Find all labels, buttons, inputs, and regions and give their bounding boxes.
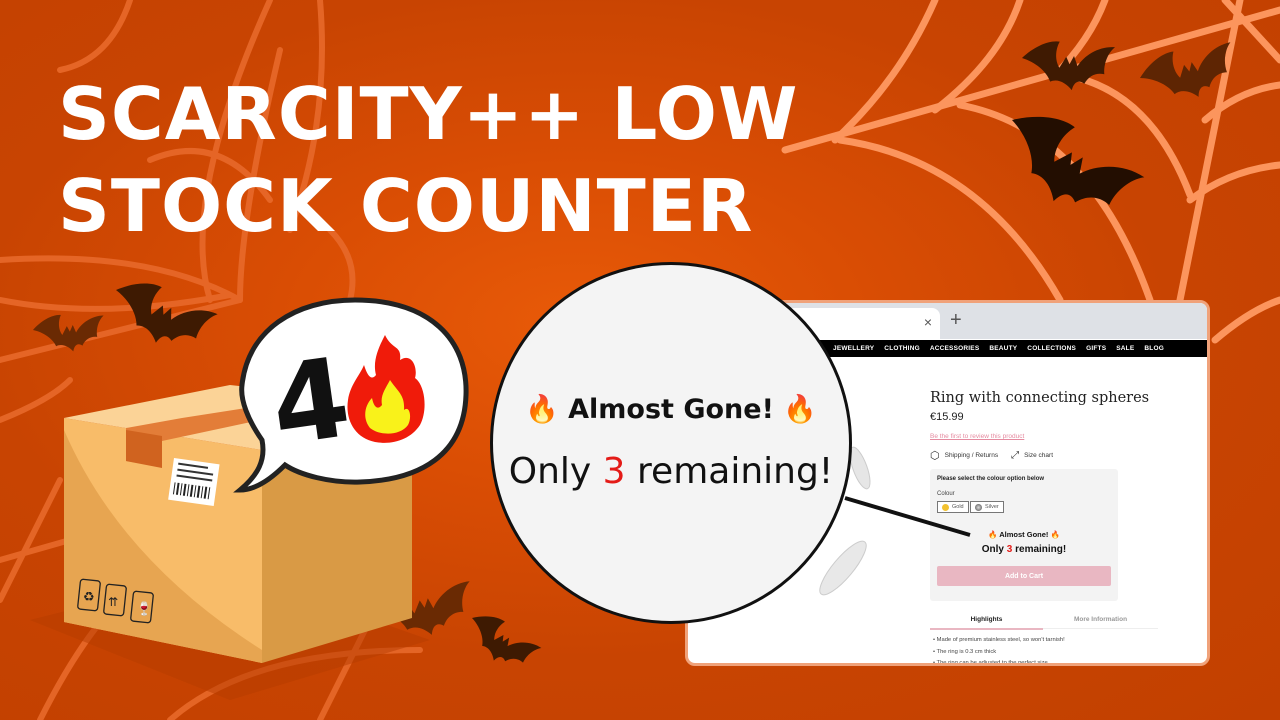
close-tab-icon[interactable]: × [924, 314, 932, 330]
fire-icon: 🔥 [783, 394, 817, 425]
silver-swatch [975, 503, 982, 511]
product-title: Ring with connecting spheres [930, 390, 1150, 406]
size-chart-link[interactable]: Size chart [1024, 452, 1053, 459]
review-link[interactable]: Be the first to review this product [930, 433, 1024, 440]
nav-item[interactable]: BLOG [1144, 345, 1164, 352]
magnified-badge-title: 🔥 Almost Gone! 🔥 [525, 394, 817, 425]
fire-icon: 🔥 [525, 394, 559, 425]
highlights-list: Made of premium stainless steel, so won'… [933, 635, 1065, 663]
colour-option-label: Silver [985, 504, 999, 510]
stock-badge-title: 🔥 Almost Gone! 🔥 [988, 530, 1060, 539]
list-item: Made of premium stainless steel, so won'… [933, 635, 1065, 647]
list-item: The ring can be adjusted to the perfect … [933, 658, 1065, 663]
nav-item[interactable]: COLLECTIONS [1027, 345, 1076, 352]
shipping-returns-link[interactable]: Shipping / Returns [945, 452, 998, 459]
expand-icon: ⤢ [1011, 450, 1020, 461]
add-to-cart-button[interactable]: Add to Cart [937, 566, 1111, 586]
stock-remaining-text: Only 3 remaining! [981, 544, 1067, 555]
list-item: The ring is 0.3 cm thick [933, 647, 1065, 659]
nav-item[interactable]: SALE [1116, 345, 1134, 352]
colour-option-label: Gold [952, 504, 964, 510]
nav-item[interactable]: JEWELLERY [833, 345, 874, 352]
product-options-panel: Please select the colour option below Co… [930, 469, 1118, 601]
nav-item[interactable]: BEAUTY [989, 345, 1017, 352]
colour-option-gold[interactable]: Gold [937, 501, 969, 513]
shipping-row: ⬡ Shipping / Returns ⤢ Size chart [930, 449, 1053, 462]
product-info-tabs: Highlights More Information [930, 614, 1158, 630]
gold-swatch [942, 503, 949, 511]
magnifier-callout: 🔥 Almost Gone! 🔥 Only 3 remaining! [490, 262, 852, 624]
magnified-stock-count: 3 [602, 451, 626, 492]
product-price: €15.99 [930, 411, 964, 423]
fire-icon: 🔥 [1050, 530, 1060, 539]
tab-divider [1043, 628, 1158, 629]
active-tab-indicator [930, 628, 1043, 630]
colour-prompt: Please select the colour option below [937, 476, 1045, 482]
colour-option-silver[interactable]: Silver [970, 501, 1004, 513]
magnified-remaining-text: Only 3 remaining! [508, 451, 834, 492]
fire-icon: 🔥 [988, 530, 998, 539]
box-icon: ⬡ [930, 450, 940, 462]
colour-label: Colour [937, 491, 955, 497]
nav-item[interactable]: GIFTS [1086, 345, 1106, 352]
new-tab-button[interactable]: + [950, 309, 962, 331]
tab-more-information[interactable]: More Information [1043, 616, 1158, 623]
nav-item[interactable]: ACCESSORIES [930, 345, 980, 352]
stock-count: 3 [1006, 544, 1013, 555]
tab-highlights[interactable]: Highlights [930, 616, 1043, 623]
nav-item[interactable]: CLOTHING [884, 345, 920, 352]
